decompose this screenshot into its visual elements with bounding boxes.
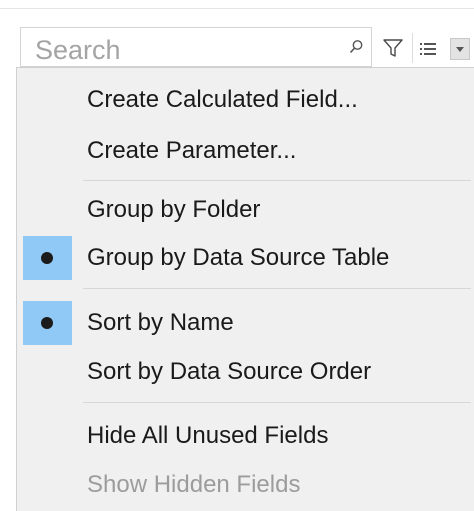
radio-dot-icon <box>41 317 53 329</box>
context-menu: Create Calculated Field... Create Parame… <box>16 67 474 511</box>
menu-item-create-calculated-field[interactable]: Create Calculated Field... <box>17 78 474 122</box>
view-options-icon[interactable] <box>419 42 437 56</box>
toolbar-divider <box>412 33 413 63</box>
menu-item-label: Create Calculated Field... <box>87 86 358 113</box>
menu-item-hide-all-unused-fields[interactable]: Hide All Unused Fields <box>17 414 474 458</box>
top-divider <box>0 8 474 9</box>
radio-selected-indicator <box>23 236 72 280</box>
radio-dot-icon <box>41 252 53 264</box>
menu-separator <box>83 180 471 181</box>
menu-separator <box>83 288 471 289</box>
menu-item-label: Hide All Unused Fields <box>87 422 329 449</box>
search-icon[interactable] <box>347 38 365 56</box>
menu-item-sort-by-name[interactable]: Sort by Name <box>17 301 474 345</box>
menu-item-group-by-folder[interactable]: Group by Folder <box>17 188 474 232</box>
menu-item-show-hidden-fields: Show Hidden Fields <box>17 463 474 507</box>
search-box[interactable] <box>20 27 372 67</box>
menu-separator <box>83 402 471 403</box>
menu-item-group-by-data-source-table[interactable]: Group by Data Source Table <box>17 236 474 280</box>
chevron-down-icon <box>456 47 464 52</box>
menu-item-label: Show Hidden Fields <box>87 471 301 498</box>
filter-icon[interactable] <box>382 37 404 59</box>
menu-item-label: Group by Folder <box>87 196 261 223</box>
menu-item-create-parameter[interactable]: Create Parameter... <box>17 129 474 173</box>
search-input[interactable] <box>21 28 331 66</box>
data-pane: Create Calculated Field... Create Parame… <box>0 0 474 511</box>
menu-item-label: Group by Data Source Table <box>87 244 390 271</box>
menu-item-sort-by-data-source-order[interactable]: Sort by Data Source Order <box>17 350 474 394</box>
menu-item-label: Sort by Name <box>87 309 234 336</box>
menu-item-label: Create Parameter... <box>87 137 297 164</box>
radio-selected-indicator <box>23 301 72 345</box>
view-dropdown-button[interactable] <box>450 38 470 60</box>
menu-item-label: Sort by Data Source Order <box>87 358 372 385</box>
